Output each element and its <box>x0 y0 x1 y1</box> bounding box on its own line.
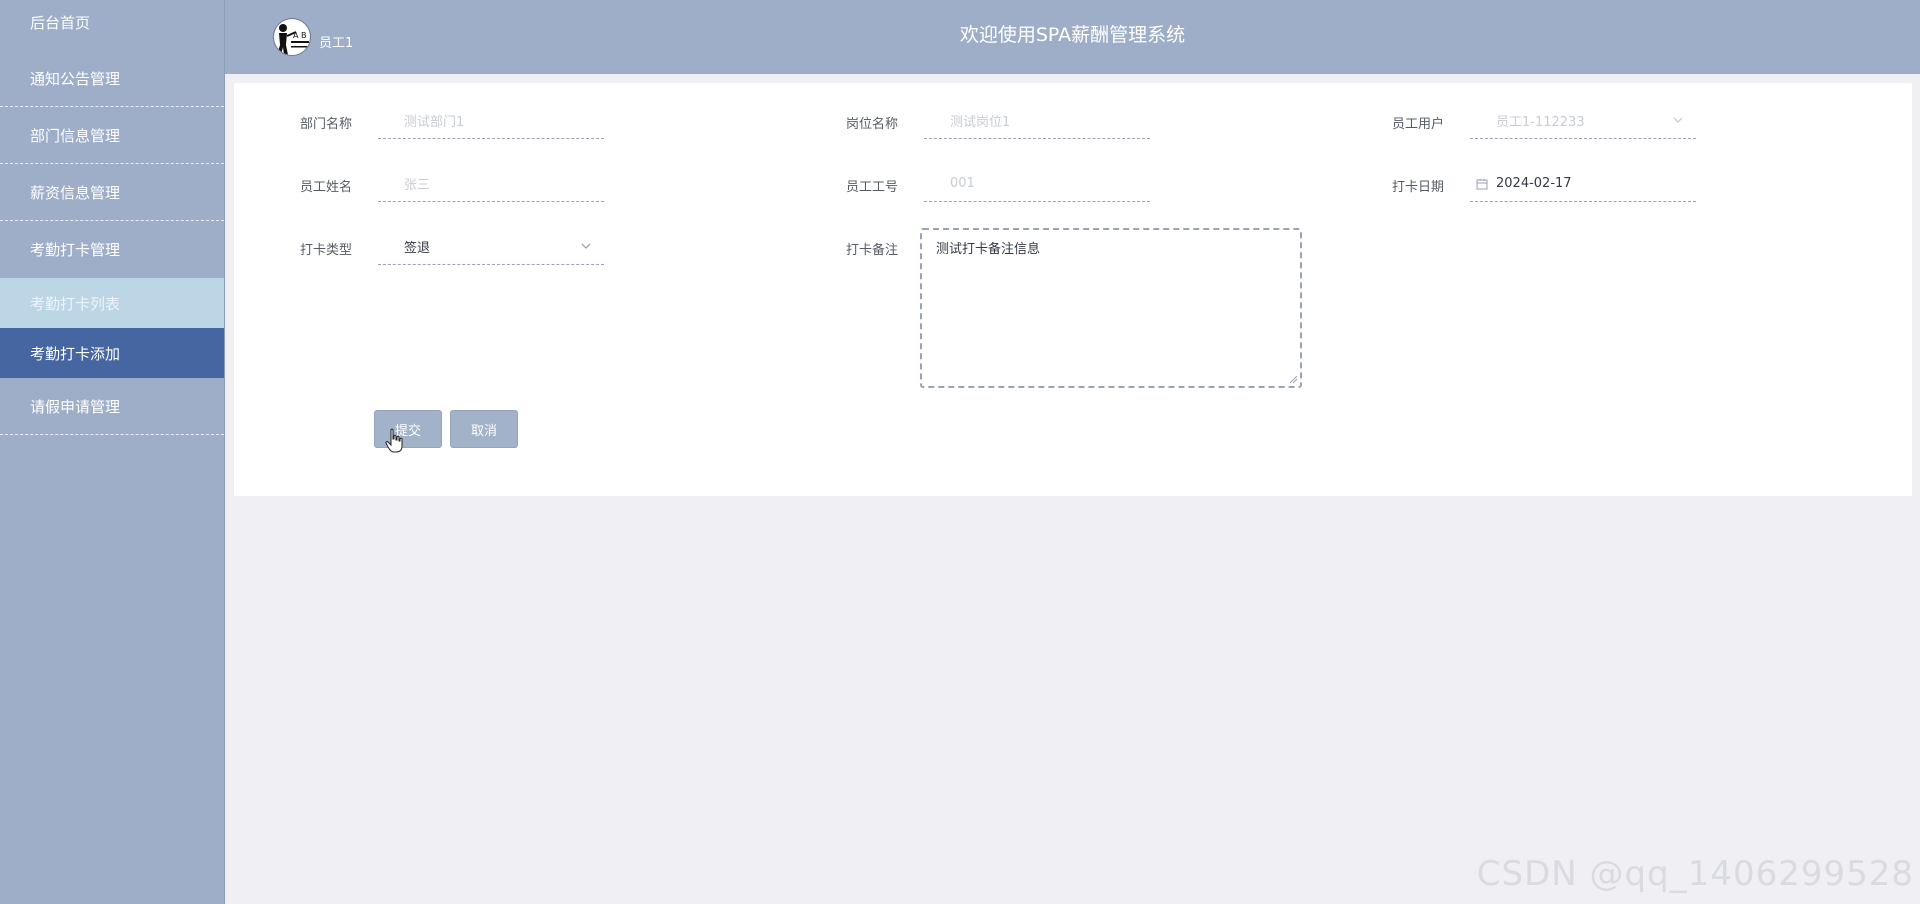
sidebar-item-attendance-list[interactable]: 考勤打卡列表 <box>0 278 224 328</box>
type-label: 打卡类型 <box>299 243 352 258</box>
sidebar: 后台首页 通知公告管理 部门信息管理 薪资信息管理 考勤打卡管理 考勤打卡列表 … <box>0 0 225 904</box>
department-label: 部门名称 <box>299 117 352 132</box>
type-value: 签退 <box>404 241 431 256</box>
user-select: 员工1-112233 <box>1470 103 1696 139</box>
resize-grip-icon[interactable] <box>1288 374 1298 384</box>
name-field: 张三 <box>378 166 604 202</box>
chevron-down-icon <box>581 243 591 249</box>
type-select[interactable]: 签退 <box>378 229 604 265</box>
hand-cursor-icon <box>385 428 403 453</box>
department-value: 测试部门1 <box>404 115 465 130</box>
employee-no-field: 001 <box>924 166 1150 202</box>
sidebar-item-department[interactable]: 部门信息管理 <box>0 107 224 164</box>
sidebar-item-home[interactable]: 后台首页 <box>0 0 224 44</box>
cancel-button[interactable]: 取消 <box>450 410 518 448</box>
sidebar-item-label: 考勤打卡添加 <box>30 344 121 363</box>
chevron-down-icon <box>1673 117 1683 123</box>
sidebar-item-label: 考勤打卡管理 <box>30 241 121 259</box>
header: A B 员工1 欢迎使用SPA薪酬管理系统 <box>225 0 1920 74</box>
user-value: 员工1-112233 <box>1496 115 1585 130</box>
date-label: 打卡日期 <box>1391 180 1444 195</box>
sidebar-item-attendance-add[interactable]: 考勤打卡添加 <box>0 328 224 378</box>
date-picker[interactable]: 2024-02-17 <box>1470 166 1696 202</box>
position-field: 测试岗位1 <box>924 103 1150 139</box>
sidebar-item-label: 请假申请管理 <box>30 397 121 416</box>
remark-value: 测试打卡备注信息 <box>936 242 1041 257</box>
name-value: 张三 <box>404 178 431 193</box>
date-value: 2024-02-17 <box>1496 176 1572 191</box>
remark-textarea[interactable]: 测试打卡备注信息 <box>920 228 1302 388</box>
remark-label: 打卡备注 <box>845 243 898 258</box>
sidebar-item-leave[interactable]: 请假申请管理 <box>0 378 224 435</box>
sidebar-item-label: 后台首页 <box>30 13 91 32</box>
employee-no-label: 员工工号 <box>845 180 898 195</box>
employee-no-value: 001 <box>950 176 975 191</box>
calendar-icon <box>1476 179 1488 190</box>
position-label: 岗位名称 <box>845 117 898 132</box>
position-value: 测试岗位1 <box>950 115 1011 130</box>
sidebar-item-notice[interactable]: 通知公告管理 <box>0 50 224 107</box>
sidebar-item-label: 考勤打卡列表 <box>30 294 121 313</box>
sidebar-item-label: 薪资信息管理 <box>30 183 121 202</box>
department-field: 测试部门1 <box>378 103 604 139</box>
name-label: 员工姓名 <box>299 180 352 195</box>
cancel-label: 取消 <box>470 423 497 439</box>
sidebar-item-salary[interactable]: 薪资信息管理 <box>0 164 224 221</box>
page-title: 欢迎使用SPA薪酬管理系统 <box>959 24 1186 46</box>
sidebar-item-attendance[interactable]: 考勤打卡管理 <box>0 221 224 278</box>
sidebar-item-label: 通知公告管理 <box>30 69 121 88</box>
user-label: 员工用户 <box>1391 117 1444 132</box>
sidebar-item-label: 部门信息管理 <box>30 126 121 145</box>
watermark: CSDN @qq_1406299528 <box>1476 854 1914 894</box>
